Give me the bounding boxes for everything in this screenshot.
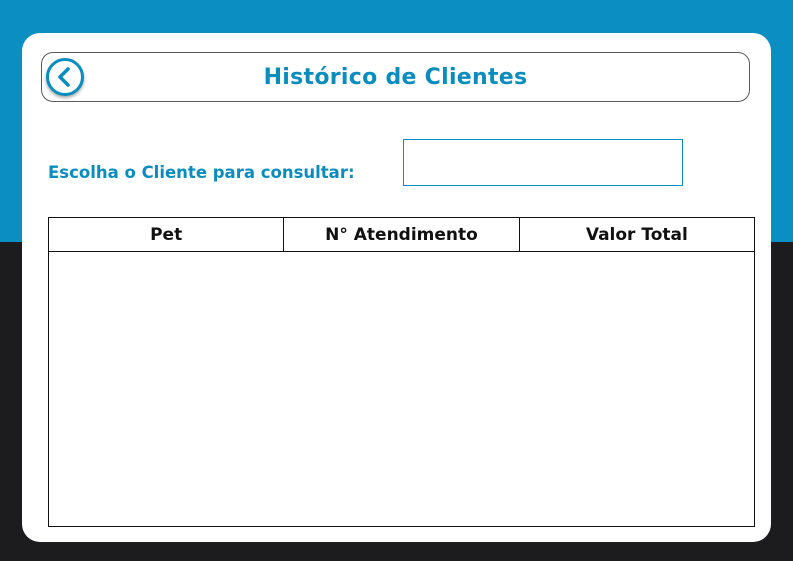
history-table: Pet N° Atendimento Valor Total	[48, 217, 755, 527]
column-header-pet[interactable]: Pet	[49, 218, 283, 251]
table-header-row: Pet N° Atendimento Valor Total	[49, 218, 754, 252]
client-select-label: Escolha o Cliente para consultar:	[48, 163, 355, 182]
header-bar: Histórico de Clientes	[41, 52, 750, 102]
column-header-service-number[interactable]: N° Atendimento	[283, 218, 518, 251]
column-header-total-value[interactable]: Valor Total	[518, 218, 754, 251]
table-body	[49, 252, 754, 526]
client-search-input[interactable]	[403, 139, 683, 186]
main-card: Histórico de Clientes Escolha o Cliente …	[22, 33, 771, 542]
page-title: Histórico de Clientes	[263, 65, 528, 90]
